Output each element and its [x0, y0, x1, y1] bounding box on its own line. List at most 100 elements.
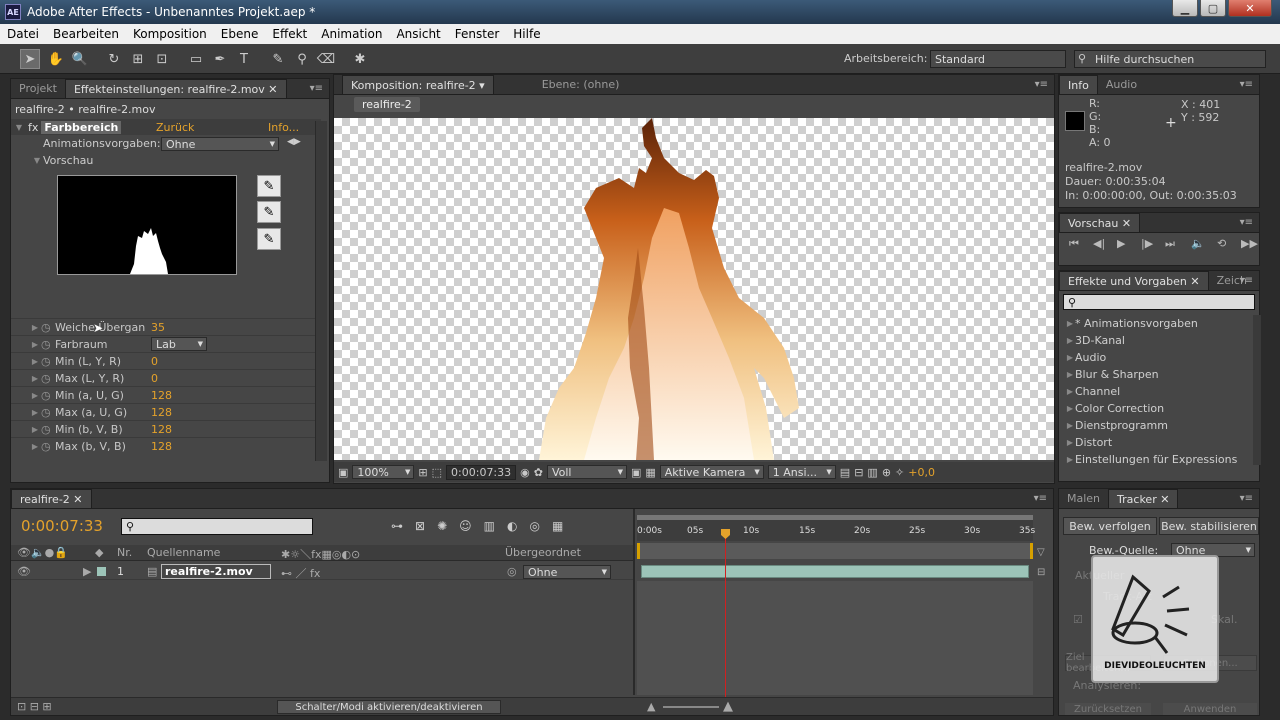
- flowchart-icon[interactable]: ⊕: [882, 466, 891, 479]
- panel-menu-icon[interactable]: ▾≡: [310, 83, 323, 94]
- preset-select[interactable]: Ohne: [161, 137, 279, 151]
- minimize-button[interactable]: ▁: [1172, 0, 1198, 17]
- stopwatch-icon[interactable]: ◷: [41, 406, 55, 419]
- menu-datei[interactable]: Datei: [0, 27, 46, 41]
- help-search-input[interactable]: Hilfe durchsuchen: [1074, 50, 1266, 68]
- mask-icon[interactable]: ⬚: [432, 466, 442, 479]
- comp-timecode[interactable]: 0:00:07:33: [446, 464, 517, 480]
- apply-button[interactable]: Anwenden: [1163, 703, 1257, 715]
- menu-effekt[interactable]: Effekt: [265, 27, 314, 41]
- col-source[interactable]: Quellenname: [147, 546, 220, 559]
- comp-mini-flowchart-icon[interactable]: ⊶: [391, 519, 403, 533]
- stopwatch-icon[interactable]: ◷: [41, 338, 55, 351]
- param-value[interactable]: 0: [151, 372, 158, 385]
- menu-ebene[interactable]: Ebene: [214, 27, 266, 41]
- puppet-tool-icon[interactable]: ✱: [350, 49, 370, 69]
- menu-komposition[interactable]: Komposition: [126, 27, 214, 41]
- stopwatch-icon[interactable]: ◷: [41, 389, 55, 402]
- ram-preview-icon[interactable]: ▶▶: [1241, 237, 1258, 250]
- views-select[interactable]: 1 Ansi...: [767, 465, 836, 479]
- layer-name[interactable]: realfire-2.mov: [161, 564, 271, 579]
- tab-effekte-vorgaben[interactable]: Effekte und Vorgaben ✕: [1059, 271, 1209, 290]
- tab-ebene[interactable]: Ebene: (ohne): [534, 75, 628, 94]
- transparency-grid-icon[interactable]: ▦: [645, 466, 655, 479]
- brainstorm-icon[interactable]: ▦: [552, 519, 563, 533]
- zoom-slider[interactable]: [663, 706, 719, 708]
- zoom-select[interactable]: 100%: [352, 465, 415, 479]
- grid-icon[interactable]: ⊞: [418, 466, 427, 479]
- brush-tool-icon[interactable]: ✎: [268, 49, 288, 69]
- colorspace-select[interactable]: Lab: [151, 337, 207, 351]
- layer-switches-pane-icon[interactable]: ⊡ ⊟ ⊞: [17, 700, 52, 713]
- region-icon[interactable]: ▣: [631, 466, 641, 479]
- menu-fenster[interactable]: Fenster: [448, 27, 507, 41]
- list-item[interactable]: ▶ Distort: [1059, 434, 1254, 451]
- play-icon[interactable]: ▶: [1117, 237, 1125, 250]
- visibility-icon[interactable]: 👁: [17, 565, 31, 578]
- resolution-select[interactable]: Voll: [546, 465, 627, 479]
- param-value[interactable]: 128: [151, 389, 172, 402]
- chevron-right-icon[interactable]: ▶: [29, 323, 41, 332]
- pickwhip-icon[interactable]: ◎: [507, 565, 517, 578]
- parent-select[interactable]: Ohne: [523, 565, 611, 579]
- fx-search-input[interactable]: ⚲: [1063, 294, 1255, 310]
- reset-link[interactable]: Zurück: [156, 121, 194, 134]
- close-button[interactable]: ✕: [1228, 0, 1272, 17]
- chevron-right-icon[interactable]: ▶: [29, 357, 41, 366]
- maximize-button[interactable]: ▢: [1200, 0, 1226, 17]
- menu-bearbeiten[interactable]: Bearbeiten: [46, 27, 126, 41]
- pixel-aspect-icon[interactable]: ⊟: [854, 466, 863, 479]
- tab-komposition[interactable]: Komposition: realfire-2 ▾: [342, 75, 494, 94]
- frame-blending-icon[interactable]: ▥: [484, 519, 495, 533]
- param-value[interactable]: 128: [151, 423, 172, 436]
- param-value[interactable]: 128: [151, 440, 172, 453]
- timeline-side-icons[interactable]: ▽ ⊟: [1037, 543, 1045, 583]
- exposure-value[interactable]: +0,0: [908, 466, 935, 479]
- panel-menu-icon[interactable]: ▾≡: [1034, 493, 1047, 504]
- work-area-bar[interactable]: [637, 543, 1033, 559]
- chevron-right-icon[interactable]: ▶: [29, 442, 41, 451]
- list-item[interactable]: ▶ Blur & Sharpen: [1059, 366, 1254, 383]
- live-update-icon[interactable]: ⊠: [415, 519, 425, 533]
- list-item[interactable]: ▶ Color Correction: [1059, 400, 1254, 417]
- draft-3d-icon[interactable]: ✺: [437, 519, 447, 533]
- selection-tool-icon[interactable]: ➤: [20, 49, 40, 69]
- panel-menu-icon[interactable]: ▾≡: [1240, 217, 1253, 228]
- stopwatch-icon[interactable]: ◷: [41, 372, 55, 385]
- hand-tool-icon[interactable]: ✋: [46, 49, 66, 69]
- zoom-in-icon[interactable]: ▲: [723, 699, 733, 714]
- shy-icon[interactable]: ☺: [459, 519, 472, 533]
- eyedropper-add-icon[interactable]: ✎: [257, 201, 281, 223]
- eyedropper-icon[interactable]: ✎: [257, 175, 281, 197]
- channels-icon[interactable]: ✿: [534, 466, 543, 479]
- tab-malen[interactable]: Malen: [1059, 489, 1108, 508]
- pen-tool-icon[interactable]: ✒: [210, 49, 230, 69]
- tab-projekt[interactable]: Projekt: [11, 79, 65, 98]
- list-item[interactable]: ▶ Audio: [1059, 349, 1254, 366]
- panel-menu-icon[interactable]: ▾≡: [1240, 275, 1253, 286]
- list-item[interactable]: ▶ Einstellungen für Expressions: [1059, 451, 1254, 468]
- layer-duration-bar[interactable]: [641, 565, 1029, 578]
- eraser-tool-icon[interactable]: ⌫: [316, 49, 336, 69]
- camera-tool-icon[interactable]: ⊞: [128, 49, 148, 69]
- tab-vorschau[interactable]: Vorschau ✕: [1059, 213, 1141, 232]
- chevron-down-icon[interactable]: ▼: [13, 123, 25, 132]
- scrollbar[interactable]: [1253, 315, 1261, 465]
- workspace-select[interactable]: Standard: [930, 50, 1066, 68]
- panel-menu-icon[interactable]: ▾≡: [1240, 79, 1253, 90]
- chevron-right-icon[interactable]: ▶: [29, 391, 41, 400]
- close-icon[interactable]: ✕: [268, 83, 277, 96]
- tab-timeline[interactable]: realfire-2 ✕: [11, 489, 92, 508]
- motion-blur-icon[interactable]: ◐: [507, 519, 517, 533]
- scrollbar[interactable]: [315, 121, 327, 461]
- fx-icon[interactable]: fx: [28, 121, 38, 134]
- param-value[interactable]: 128: [151, 406, 172, 419]
- chevron-right-icon[interactable]: ▶: [29, 340, 41, 349]
- param-value[interactable]: 0: [151, 355, 158, 368]
- position-checkbox[interactable]: ☑: [1073, 613, 1083, 626]
- last-frame-icon[interactable]: ⏭: [1165, 237, 1175, 251]
- fast-preview-icon[interactable]: ▥: [867, 466, 877, 479]
- rectangle-tool-icon[interactable]: ▭: [186, 49, 206, 69]
- layer-switches[interactable]: ⊷ ／ fx: [281, 565, 320, 581]
- timeline-timecode[interactable]: 0:00:07:33: [21, 517, 103, 535]
